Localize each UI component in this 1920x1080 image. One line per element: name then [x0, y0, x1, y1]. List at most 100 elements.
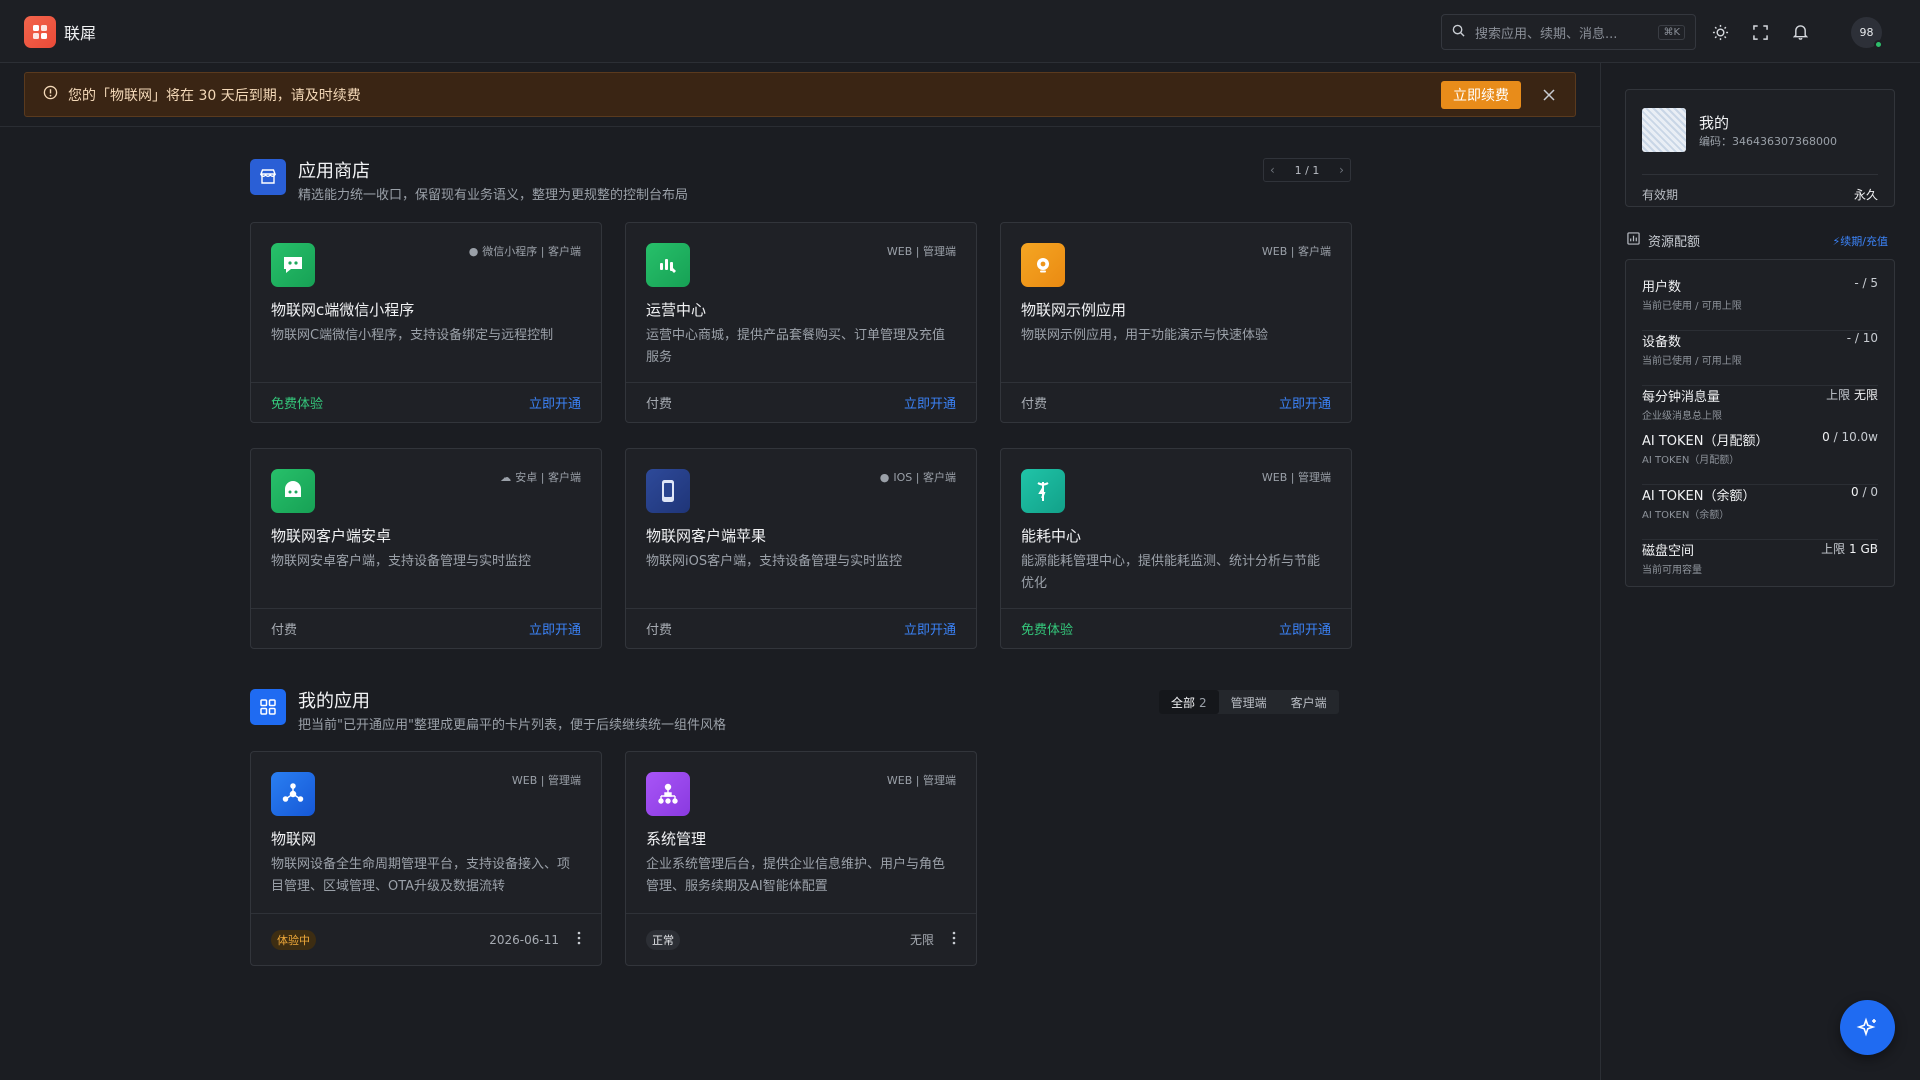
card-description: 物联网iOS客户端，支持设备管理与实时监控 [646, 554, 903, 569]
theme-toggle-sun-icon[interactable] [1708, 20, 1732, 44]
open-now-link[interactable]: 立即开通 [529, 393, 581, 412]
store-card[interactable]: ● 微信小程序 | 客户端 物联网c端微信小程序 物联网C端微信小程序，支持设备绑… [250, 222, 602, 423]
store-title: 应用商店 [298, 161, 370, 182]
content-divider [0, 126, 1600, 127]
more-menu-icon[interactable] [952, 931, 956, 948]
quota-value-main: 无限 [1853, 388, 1878, 402]
store-card[interactable]: WEB | 客户端 物联网示例应用 物联网示例应用，用于功能演示与快速体验 付费… [1000, 222, 1352, 423]
android-icon [271, 469, 315, 513]
quota-value: 上限 无限 [1826, 386, 1878, 403]
card-footer: 体验中 2026-06-11 [251, 913, 601, 965]
price-label: 免费体验 [1021, 623, 1074, 638]
card-description: 能源能耗管理中心，提供能耗监测、统计分析与节能优化 [1021, 554, 1321, 591]
store-pager: ‹ 1 / 1 › [1263, 158, 1351, 182]
card-tag: WEB | 管理端 [511, 774, 581, 787]
tab-all-count: 2 [1199, 696, 1207, 710]
store-card[interactable]: WEB | 管理端 运营中心 运营中心商城，提供产品套餐购买、订单管理及充值服务… [625, 222, 977, 423]
card-footer: 付费 立即开通 [626, 608, 976, 648]
quota-value: 0 / 10.0w [1822, 430, 1878, 444]
tab-client[interactable]: 客户端 [1279, 690, 1339, 714]
tab-all-label: 全部 [1171, 696, 1196, 710]
store-icon [250, 159, 286, 195]
quota-name: 用户数 [1642, 280, 1682, 295]
validity-value: 永久 [1853, 188, 1878, 202]
card-tag: WEB | 管理端 [1261, 471, 1331, 484]
quota-value-limit: / 10.0w [1833, 430, 1878, 444]
android-small-icon: ☁ [500, 470, 512, 484]
avatar-text: 98 [1859, 26, 1874, 39]
open-now-link[interactable]: 立即开通 [529, 619, 581, 638]
store-card[interactable]: WEB | 管理端 能耗中心 能源能耗管理中心，提供能耗监测、统计分析与节能优化… [1000, 448, 1352, 649]
profile-name: 我的 [1699, 114, 1730, 132]
page-indicator: 1 / 1 [1294, 163, 1320, 177]
card-description: 物联网设备全生命周期管理平台，支持设备接入、项目管理、区域管理、OTA升级及数据… [271, 857, 571, 894]
store-card[interactable]: ● IOS | 客户端 物联网客户端苹果 物联网iOS客户端，支持设备管理与实时监… [625, 448, 977, 649]
search-input[interactable]: 搜索应用、续期、消息... [1475, 23, 1658, 42]
fullscreen-icon[interactable] [1748, 20, 1772, 44]
brand-name: 联犀 [64, 24, 97, 43]
notification-bell-icon[interactable] [1788, 20, 1812, 44]
card-title: 物联网 [271, 830, 317, 848]
card-title: 物联网客户端苹果 [646, 527, 767, 545]
user-avatar[interactable]: 98 [1851, 17, 1883, 49]
more-menu-icon[interactable] [577, 931, 581, 948]
app-logo-icon[interactable] [24, 16, 56, 48]
quota-sub: 当前可用容量 [1642, 565, 1702, 576]
card-description: 物联网示例应用，用于功能演示与快速体验 [1021, 328, 1269, 343]
quota-value-prefix: 上限 [1826, 388, 1851, 402]
resource-quota-header: 资源配额 ⚡续期/充值 [1627, 231, 1888, 250]
open-now-link[interactable]: 立即开通 [904, 619, 956, 638]
validity-row: 有效期 永久 [1642, 186, 1878, 203]
tab-admin[interactable]: 管理端 [1219, 690, 1279, 714]
operations-chart-icon [646, 243, 690, 287]
open-now-link[interactable]: 立即开通 [904, 393, 956, 412]
renew-now-button[interactable]: 立即续费 [1441, 80, 1521, 109]
quota-sub: 当前已使用 / 可用上限 [1642, 301, 1742, 312]
tab-all[interactable]: 全部 2 [1159, 690, 1219, 714]
card-description: 物联网安卓客户端，支持设备管理与实时监控 [271, 554, 532, 569]
card-footer: 正常 无限 [626, 913, 976, 965]
card-footer: 付费 立即开通 [251, 608, 601, 648]
warning-icon [43, 85, 58, 104]
card-tag: WEB | 管理端 [886, 774, 956, 787]
price-label: 免费体验 [271, 397, 324, 412]
bulb-icon [1021, 243, 1065, 287]
status-badge: 正常 [646, 929, 680, 950]
iot-network-icon [271, 772, 315, 816]
expiry-alert: 您的「物联网」将在 30 天后到期，请及时续费 立即续费 [24, 72, 1576, 117]
store-subtitle: 精选能力统一收口，保留现有业务语义，整理为更规整的控制台布局 [298, 188, 689, 203]
price-label: 付费 [271, 623, 298, 638]
validity-label: 有效期 [1642, 188, 1679, 202]
quota-value: 上限 1 GB [1821, 540, 1878, 557]
my-app-card[interactable]: WEB | 管理端 物联网 物联网设备全生命周期管理平台，支持设备接入、项目管理… [250, 751, 602, 966]
quota-value-main: 0 [1851, 485, 1859, 499]
card-tag: ● IOS | 客户端 [880, 469, 956, 485]
org-chart-icon [646, 772, 690, 816]
open-now-link[interactable]: 立即开通 [1279, 619, 1331, 638]
card-title: 物联网客户端安卓 [271, 527, 392, 545]
card-footer: 免费体验 立即开通 [251, 382, 601, 422]
quota-sub: AI TOKEN（余额） [1642, 510, 1730, 521]
global-search[interactable]: 搜索应用、续期、消息... ⌘K [1441, 14, 1696, 50]
open-now-link[interactable]: 立即开通 [1279, 393, 1331, 412]
price-label: 付费 [646, 623, 673, 638]
profile-code: 编码：346436307368000 [1699, 135, 1837, 148]
expire-date: 无限 [909, 933, 934, 947]
my-app-card[interactable]: WEB | 管理端 系统管理 企业系统管理后台，提供企业信息维护、用户与角色管理… [625, 751, 977, 966]
profile-qr-image [1642, 108, 1686, 152]
close-icon[interactable] [1541, 87, 1557, 103]
next-page-icon[interactable]: › [1339, 163, 1344, 177]
store-card[interactable]: ☁ 安卓 | 客户端 物联网客户端安卓 物联网安卓客户端，支持设备管理与实时监控 … [250, 448, 602, 649]
resource-quota-panel: 用户数 当前已使用 / 可用上限 - / 5 设备数 当前已使用 / 可用上限 … [1625, 259, 1895, 587]
prev-page-icon[interactable]: ‹ [1270, 163, 1275, 177]
quota-row-devices: 设备数 当前已使用 / 可用上限 - / 10 [1642, 331, 1878, 386]
quota-value-limit: / 0 [1862, 485, 1879, 499]
panel-divider [1600, 63, 1601, 1080]
app-filter-tabs: 全部 2 管理端 客户端 [1159, 690, 1339, 714]
ai-assistant-sparkle-icon[interactable] [1840, 1000, 1895, 1055]
top-bar: 联犀 搜索应用、续期、消息... ⌘K 98 [0, 0, 1920, 63]
card-tag-text: 微信小程序 | 客户端 [482, 245, 581, 258]
card-title: 能耗中心 [1021, 527, 1082, 545]
renew-recharge-link[interactable]: ⚡续期/充值 [1833, 233, 1888, 249]
card-tag: WEB | 客户端 [1261, 245, 1331, 258]
